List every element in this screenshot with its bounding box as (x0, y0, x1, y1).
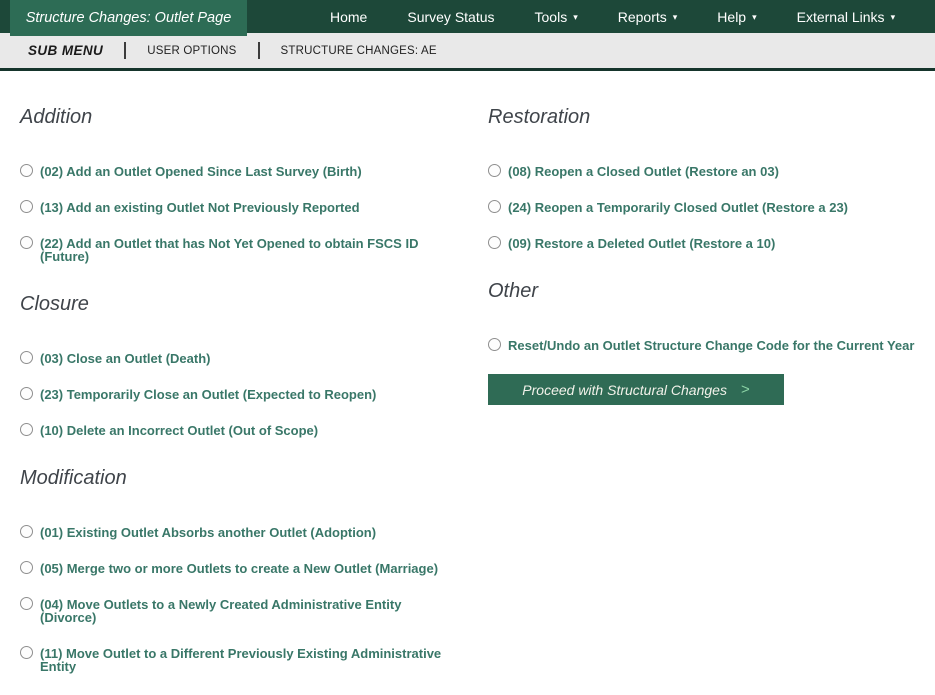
section-closure: Closure (03) Close an Outlet (Death) (23… (20, 293, 488, 437)
radio-option-label: (04) Move Outlets to a Newly Created Adm… (40, 597, 402, 625)
radio-option-label: (22) Add an Outlet that has Not Yet Open… (40, 236, 419, 264)
chevron-right-icon: > (740, 381, 750, 398)
main-nav: Home Survey Status Tools ▾ Reports ▾ Hel… (330, 0, 895, 33)
nav-item-survey-status[interactable]: Survey Status (407, 9, 494, 25)
section-restoration: Restoration (08) Reopen a Closed Outlet … (488, 106, 921, 250)
radio-option-02[interactable]: (02) Add an Outlet Opened Since Last Sur… (20, 164, 488, 178)
nav-item-label: External Links (796, 8, 885, 25)
submenu-divider (124, 42, 127, 59)
proceed-button-label: Proceed with Structural Changes (522, 381, 727, 398)
radio-option-08[interactable]: (08) Reopen a Closed Outlet (Restore an … (488, 164, 921, 178)
radio-button[interactable] (488, 236, 501, 249)
section-heading-restoration: Restoration (488, 106, 591, 128)
radio-option-label: (24) Reopen a Temporarily Closed Outlet … (508, 200, 849, 215)
section-heading-addition: Addition (20, 106, 93, 128)
radio-option-04[interactable]: (04) Move Outlets to a Newly Created Adm… (20, 597, 488, 624)
nav-item-reports[interactable]: Reports ▾ (618, 9, 678, 25)
section-other: Other Reset/Undo an Outlet Structure Cha… (488, 280, 921, 352)
radio-option-label: (03) Close an Outlet (Death) (40, 351, 211, 366)
radio-option-11[interactable]: (11) Move Outlet to a Different Previous… (20, 646, 488, 673)
nav-item-label: Help (717, 8, 747, 25)
caret-down-icon: ▾ (573, 12, 578, 22)
radio-option-09[interactable]: (09) Restore a Deleted Outlet (Restore a… (488, 236, 921, 250)
caret-down-icon: ▾ (672, 12, 678, 22)
top-navigation-bar: Structure Changes: Outlet Page Home Surv… (0, 0, 935, 36)
radio-button[interactable] (20, 423, 33, 436)
radio-option-03[interactable]: (03) Close an Outlet (Death) (20, 351, 488, 365)
submenu-item-user-options[interactable]: USER OPTIONS (147, 45, 236, 57)
submenu-title: SUB MENU (28, 43, 104, 58)
submenu-divider (257, 42, 260, 59)
submenu-item-structure-changes-ae[interactable]: STRUCTURE CHANGES: AE (281, 45, 437, 57)
caret-down-icon: ▾ (890, 12, 896, 22)
nav-item-label: Tools (534, 8, 568, 25)
nav-item-label: Home (330, 8, 368, 25)
radio-option-label: (08) Reopen a Closed Outlet (Restore an … (508, 164, 779, 179)
page-title: Structure Changes: Outlet Page (25, 10, 232, 26)
radio-option-label: (11) Move Outlet to a Different Previous… (40, 646, 442, 674)
caret-down-icon: ▾ (752, 12, 757, 22)
section-heading-modification: Modification (20, 467, 127, 489)
radio-button[interactable] (20, 525, 33, 538)
section-modification: Modification (01) Existing Outlet Absorb… (20, 467, 488, 673)
radio-option-label: (23) Temporarily Close an Outlet (Expect… (40, 387, 377, 402)
radio-option-reset-undo[interactable]: Reset/Undo an Outlet Structure Change Co… (488, 338, 921, 352)
radio-button[interactable] (20, 597, 33, 610)
nav-item-external-links[interactable]: External Links ▾ (797, 9, 895, 25)
radio-button[interactable] (20, 351, 33, 364)
radio-option-10[interactable]: (10) Delete an Incorrect Outlet (Out of … (20, 423, 488, 437)
radio-option-label: (09) Restore a Deleted Outlet (Restore a… (508, 236, 776, 251)
radio-button[interactable] (20, 646, 33, 659)
radio-option-13[interactable]: (13) Add an existing Outlet Not Previous… (20, 200, 488, 214)
radio-option-label: Reset/Undo an Outlet Structure Change Co… (508, 338, 915, 353)
nav-item-home[interactable]: Home (330, 9, 367, 25)
radio-button[interactable] (20, 164, 33, 177)
radio-option-label: (01) Existing Outlet Absorbs another Out… (40, 525, 377, 540)
right-column: Restoration (08) Reopen a Closed Outlet … (488, 106, 921, 695)
page-title-tab[interactable]: Structure Changes: Outlet Page (10, 0, 247, 36)
nav-item-label: Reports (617, 8, 667, 25)
radio-button[interactable] (20, 200, 33, 213)
radio-option-23[interactable]: (23) Temporarily Close an Outlet (Expect… (20, 387, 488, 401)
radio-button[interactable] (488, 164, 501, 177)
radio-option-05[interactable]: (05) Merge two or more Outlets to create… (20, 561, 488, 575)
radio-button[interactable] (20, 236, 33, 249)
radio-button[interactable] (488, 338, 501, 351)
radio-button[interactable] (488, 200, 501, 213)
section-heading-other: Other (488, 280, 539, 302)
radio-option-label: (02) Add an Outlet Opened Since Last Sur… (40, 164, 362, 179)
radio-option-label: (10) Delete an Incorrect Outlet (Out of … (40, 423, 319, 438)
section-heading-closure: Closure (20, 293, 89, 315)
radio-option-24[interactable]: (24) Reopen a Temporarily Closed Outlet … (488, 200, 921, 214)
submenu-bar: SUB MENU USER OPTIONS STRUCTURE CHANGES:… (0, 33, 935, 71)
nav-item-help[interactable]: Help ▾ (717, 9, 756, 25)
radio-option-label: (13) Add an existing Outlet Not Previous… (40, 200, 360, 215)
left-column: Addition (02) Add an Outlet Opened Since… (20, 106, 488, 695)
nav-item-label: Survey Status (407, 8, 495, 25)
proceed-button[interactable]: Proceed with Structural Changes > (488, 374, 784, 405)
section-addition: Addition (02) Add an Outlet Opened Since… (20, 106, 488, 263)
radio-button[interactable] (20, 387, 33, 400)
structure-changes-form: Addition (02) Add an Outlet Opened Since… (0, 71, 935, 695)
radio-option-01[interactable]: (01) Existing Outlet Absorbs another Out… (20, 525, 488, 539)
radio-button[interactable] (20, 561, 33, 574)
nav-item-tools[interactable]: Tools ▾ (535, 9, 578, 25)
radio-option-label: (05) Merge two or more Outlets to create… (40, 561, 439, 576)
radio-option-22[interactable]: (22) Add an Outlet that has Not Yet Open… (20, 236, 488, 263)
